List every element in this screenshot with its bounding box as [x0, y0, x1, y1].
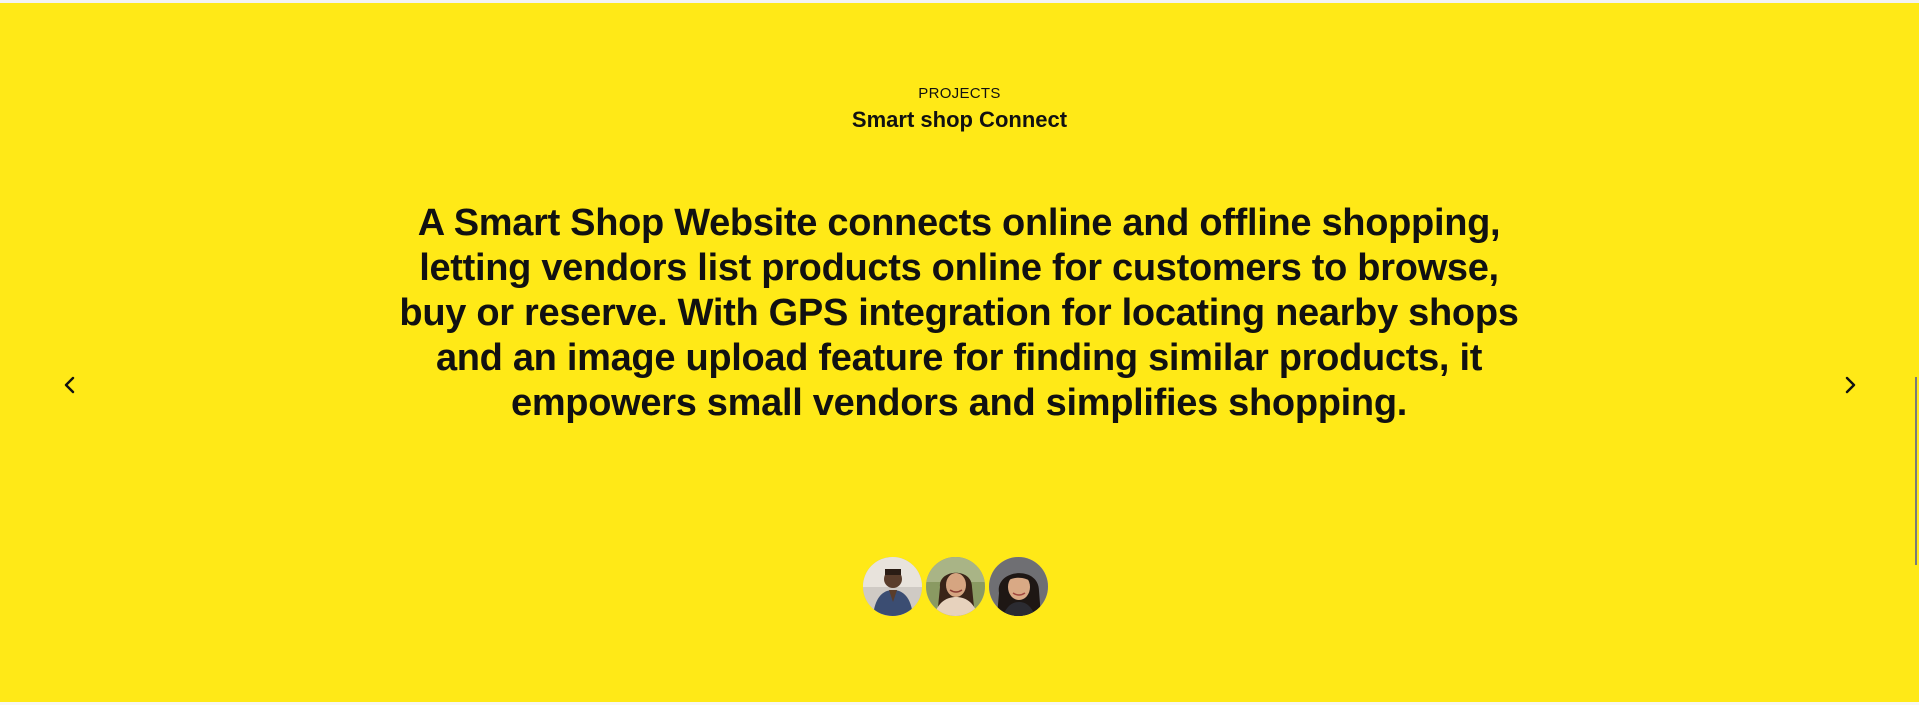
next-project-button[interactable] — [1835, 370, 1865, 400]
previous-project-button[interactable] — [55, 370, 85, 400]
scrollbar-thumb[interactable] — [1915, 377, 1917, 565]
project-description: A Smart Shop Website connects online and… — [399, 202, 1519, 424]
page: PROJECTS Smart shop Connect A Smart Shop… — [0, 0, 1919, 705]
chevron-right-icon — [1845, 376, 1856, 394]
project-title: Smart shop Connect — [851, 107, 1068, 132]
avatar[interactable] — [862, 556, 923, 617]
chevron-left-icon — [64, 376, 75, 394]
section-eyebrow: PROJECTS — [918, 85, 1001, 102]
avatar[interactable] — [988, 556, 1049, 617]
avatar[interactable] — [925, 556, 986, 617]
team-avatars — [862, 556, 1049, 617]
projects-section: PROJECTS Smart shop Connect A Smart Shop… — [0, 3, 1919, 705]
